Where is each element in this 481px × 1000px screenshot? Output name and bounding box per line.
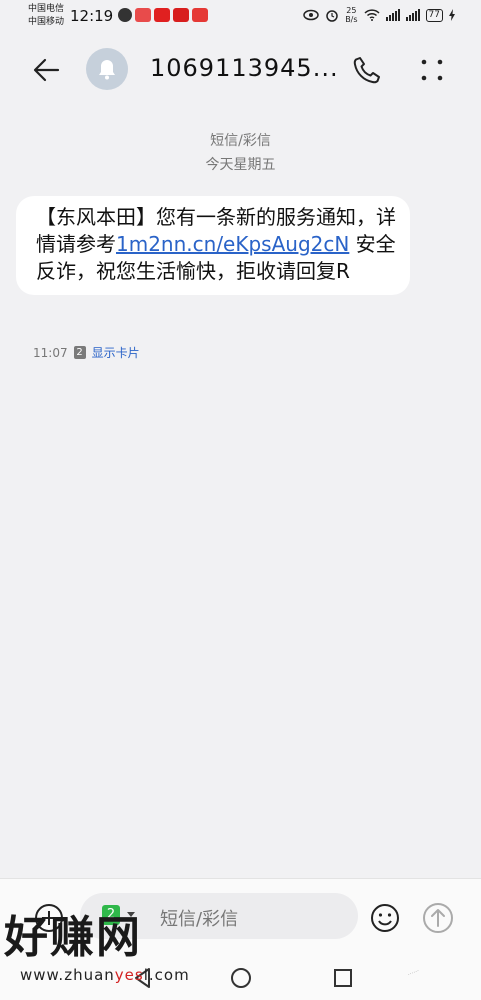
message-bubble[interactable]: 【东风本田】您有一条新的服务通知，详情请参考1m2nn.cn/eKpsAug2c… xyxy=(16,196,410,295)
message-time: 11:07 xyxy=(33,345,68,360)
network-speed: 25 B/s xyxy=(345,6,358,24)
status-bar: 中国电信 中国移动 12:19 25 B/s 77 xyxy=(0,0,481,34)
watermark-logo: 好赚网 xyxy=(4,912,142,963)
message-link[interactable]: 1m2nn.cn/eKpsAug2cN xyxy=(116,232,349,256)
show-card-link[interactable]: 显示卡片 xyxy=(92,344,140,361)
nav-recent-apps-button[interactable] xyxy=(332,967,354,989)
conversation-header: 1069113945... xyxy=(0,40,481,100)
battery-indicator: 77 xyxy=(425,8,443,22)
carrier-2: 中国移动 xyxy=(28,17,65,27)
send-arrow-icon xyxy=(423,903,453,933)
back-button[interactable] xyxy=(30,54,64,86)
system-icons: 25 B/s 77 xyxy=(303,6,455,24)
nav-home-button[interactable] xyxy=(229,966,253,990)
input-placeholder: 短信/彩信 xyxy=(160,909,239,930)
wifi-icon xyxy=(364,9,380,21)
conversation-date-header: 短信/彩信 今天星期五 xyxy=(0,129,481,177)
emoji-button[interactable] xyxy=(369,902,401,934)
more-options-button[interactable] xyxy=(418,56,446,84)
message-meta: 11:07 2 显示卡片 xyxy=(33,344,140,361)
tmall-notification-icon xyxy=(173,8,189,22)
contact-title[interactable]: 1069113945... xyxy=(150,54,339,82)
smiley-icon xyxy=(371,904,399,932)
send-button[interactable] xyxy=(421,901,455,935)
contact-avatar[interactable] xyxy=(86,48,128,90)
charging-icon xyxy=(449,9,455,21)
eye-icon xyxy=(303,9,319,21)
square-recent-icon xyxy=(334,969,352,987)
circle-home-icon xyxy=(231,968,251,988)
channel-label: 短信/彩信 xyxy=(210,133,271,149)
status-time: 12:19 xyxy=(70,7,114,25)
app-notification-icon xyxy=(135,8,151,22)
signal-1-icon xyxy=(385,9,400,21)
carrier-labels: 中国电信 中国移动 xyxy=(28,3,64,29)
shop-notification-icon xyxy=(192,8,208,22)
call-button[interactable] xyxy=(352,55,384,85)
bell-icon xyxy=(99,60,115,80)
phone-icon xyxy=(353,57,380,84)
tmall-notification-icon xyxy=(154,8,170,22)
carrier-1: 中国电信 xyxy=(28,4,65,14)
more-vertical-icon xyxy=(421,59,443,81)
back-arrow-icon xyxy=(33,58,60,82)
watermark-url: www.zhuanyesl.com xyxy=(20,966,190,984)
chat-notification-icon xyxy=(118,8,132,22)
signal-2-icon xyxy=(405,9,420,21)
notification-icons xyxy=(118,8,208,22)
date-label: 今天星期五 xyxy=(205,157,276,173)
sim-2-badge: 2 xyxy=(73,346,86,359)
alarm-icon xyxy=(326,10,338,22)
